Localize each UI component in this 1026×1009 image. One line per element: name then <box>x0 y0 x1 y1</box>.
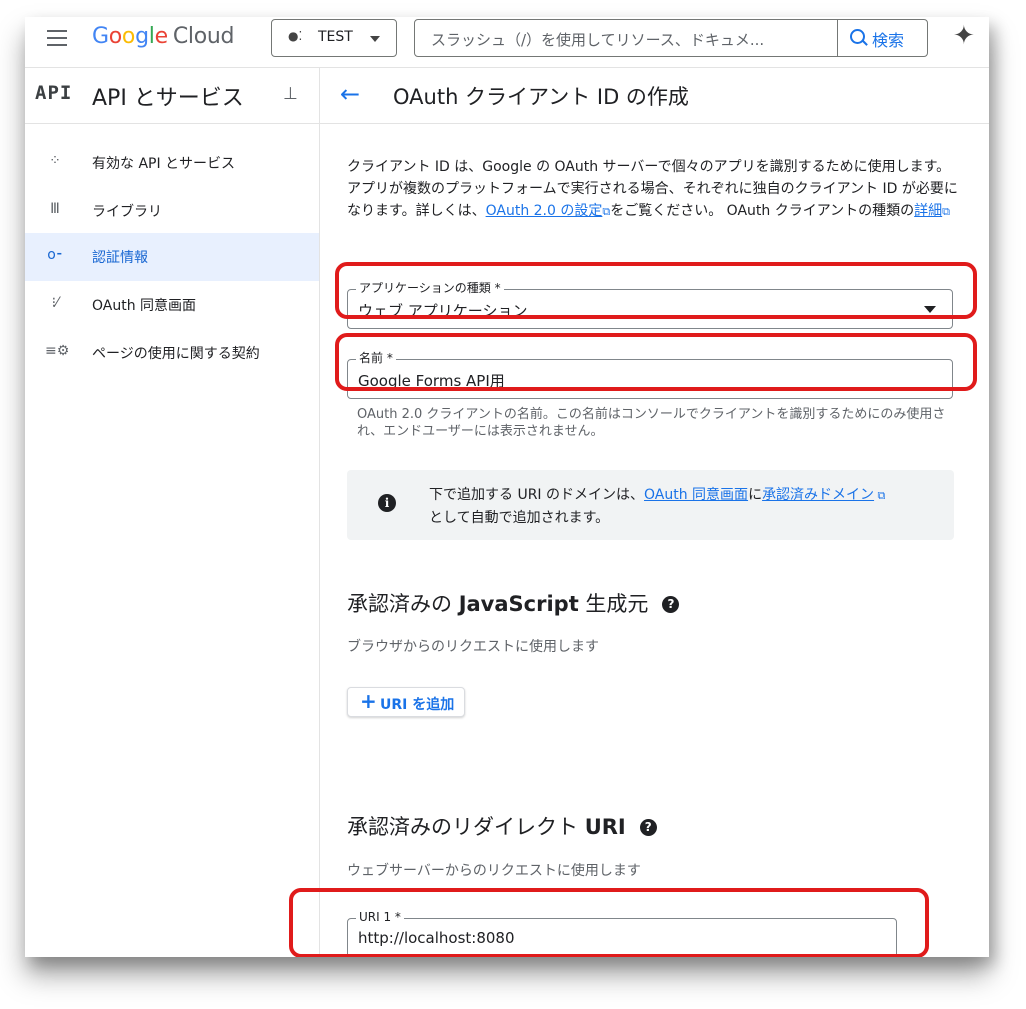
gemini-sparkle-icon[interactable]: ✦ <box>953 23 975 49</box>
redirect-uri-description: ウェブサーバーからのリクエストに使用します <box>347 863 641 879</box>
project-icon: ●⁚ <box>288 29 303 43</box>
sidebar-item-library[interactable]: Ⅲ ライブラリ <box>25 187 319 235</box>
pin-icon[interactable]: ⊥ <box>283 84 298 104</box>
sidebar-item-credentials[interactable]: o⁃ 認証情報 <box>25 233 319 281</box>
sidebar-item-oauth-consent[interactable]: ⁝⁄ OAuth 同意画面 <box>25 281 319 329</box>
settings-list-icon: ≡⚙ <box>45 343 70 359</box>
js-origins-description: ブラウザからのリクエストに使用します <box>347 639 599 655</box>
oauth-consent-link[interactable]: OAuth 同意画面 <box>644 487 748 503</box>
back-arrow-icon[interactable]: ← <box>340 80 360 108</box>
highlight-name <box>335 333 977 391</box>
add-uri-button[interactable]: + URI を追加 <box>347 687 465 717</box>
js-origins-title: 承認済みの JavaScript 生成元? <box>347 588 680 618</box>
key-icon: o⁃ <box>47 247 63 263</box>
chevron-down-icon <box>370 36 380 42</box>
redirect-uri-title: 承認済みのリダイレクト URI? <box>347 811 657 841</box>
info-banner: i 下で追加する URI のドメインは、OAuth 同意画面に承認済みドメイン … <box>347 470 954 540</box>
sidebar-header: API API とサービス ⊥ <box>25 68 319 124</box>
main-content: ← OAuth クライアント ID の作成 クライアント ID は、Google… <box>320 68 989 957</box>
intro-text: クライアント ID は、Google の OAuth サーバーで個々のアプリを識… <box>347 159 958 219</box>
search-bar: スラッシュ（/）を使用してリソース、ドキュメ... 検索 <box>414 19 928 57</box>
page-header: ← OAuth クライアント ID の作成 <box>320 68 989 124</box>
sidebar: API API とサービス ⊥ ⁘ 有効な API とサービス Ⅲ ライブラリ … <box>25 68 320 957</box>
help-icon[interactable]: ? <box>639 819 657 836</box>
search-icon <box>850 29 865 44</box>
oauth-settings-link[interactable]: OAuth 2.0 の設定 <box>486 203 603 219</box>
api-logo-icon: API <box>35 82 73 104</box>
info-icon: i <box>378 494 396 512</box>
page-title: OAuth クライアント ID の作成 <box>393 85 689 109</box>
info-text: 下で追加する URI のドメインは、OAuth 同意画面に承認済みドメイン ⧉ と… <box>429 487 886 526</box>
google-cloud-logo[interactable]: Google Cloud <box>92 24 234 49</box>
highlight-redirect-uri <box>289 888 929 957</box>
consent-icon: ⁝⁄ <box>51 295 59 311</box>
name-hint: OAuth 2.0 クライアントの名前。この名前はコンソールでクライアントを識別… <box>357 407 946 439</box>
project-selector[interactable]: ●⁚ TEST <box>271 19 397 57</box>
help-icon[interactable]: ? <box>662 596 680 613</box>
client-types-link[interactable]: 詳細 <box>914 203 942 219</box>
sidebar-item-enabled-apis[interactable]: ⁘ 有効な API とサービス <box>25 139 319 187</box>
sidebar-title: API とサービス <box>92 86 244 111</box>
external-link-icon: ⧉ <box>942 205 951 218</box>
search-button[interactable]: 検索 <box>837 19 929 57</box>
authorized-domains-link[interactable]: 承認済みドメイン <box>762 487 874 503</box>
console-window: Google Cloud ●⁚ TEST スラッシュ（/）を使用してリソース、ドキ… <box>25 17 989 957</box>
menu-icon[interactable] <box>47 30 67 46</box>
library-icon: Ⅲ <box>50 201 60 217</box>
top-app-bar: Google Cloud ●⁚ TEST スラッシュ（/）を使用してリソース、ドキ… <box>25 17 989 68</box>
search-input[interactable]: スラッシュ（/）を使用してリソース、ドキュメ... <box>431 29 764 50</box>
sidebar-item-page-usage[interactable]: ≡⚙ ページの使用に関する契約 <box>25 329 319 377</box>
highlight-application-type <box>335 262 977 319</box>
project-name: TEST <box>318 29 353 45</box>
plus-icon: + <box>360 689 377 713</box>
external-link-icon: ⧉ <box>874 489 886 502</box>
api-icon: ⁘ <box>49 153 61 169</box>
